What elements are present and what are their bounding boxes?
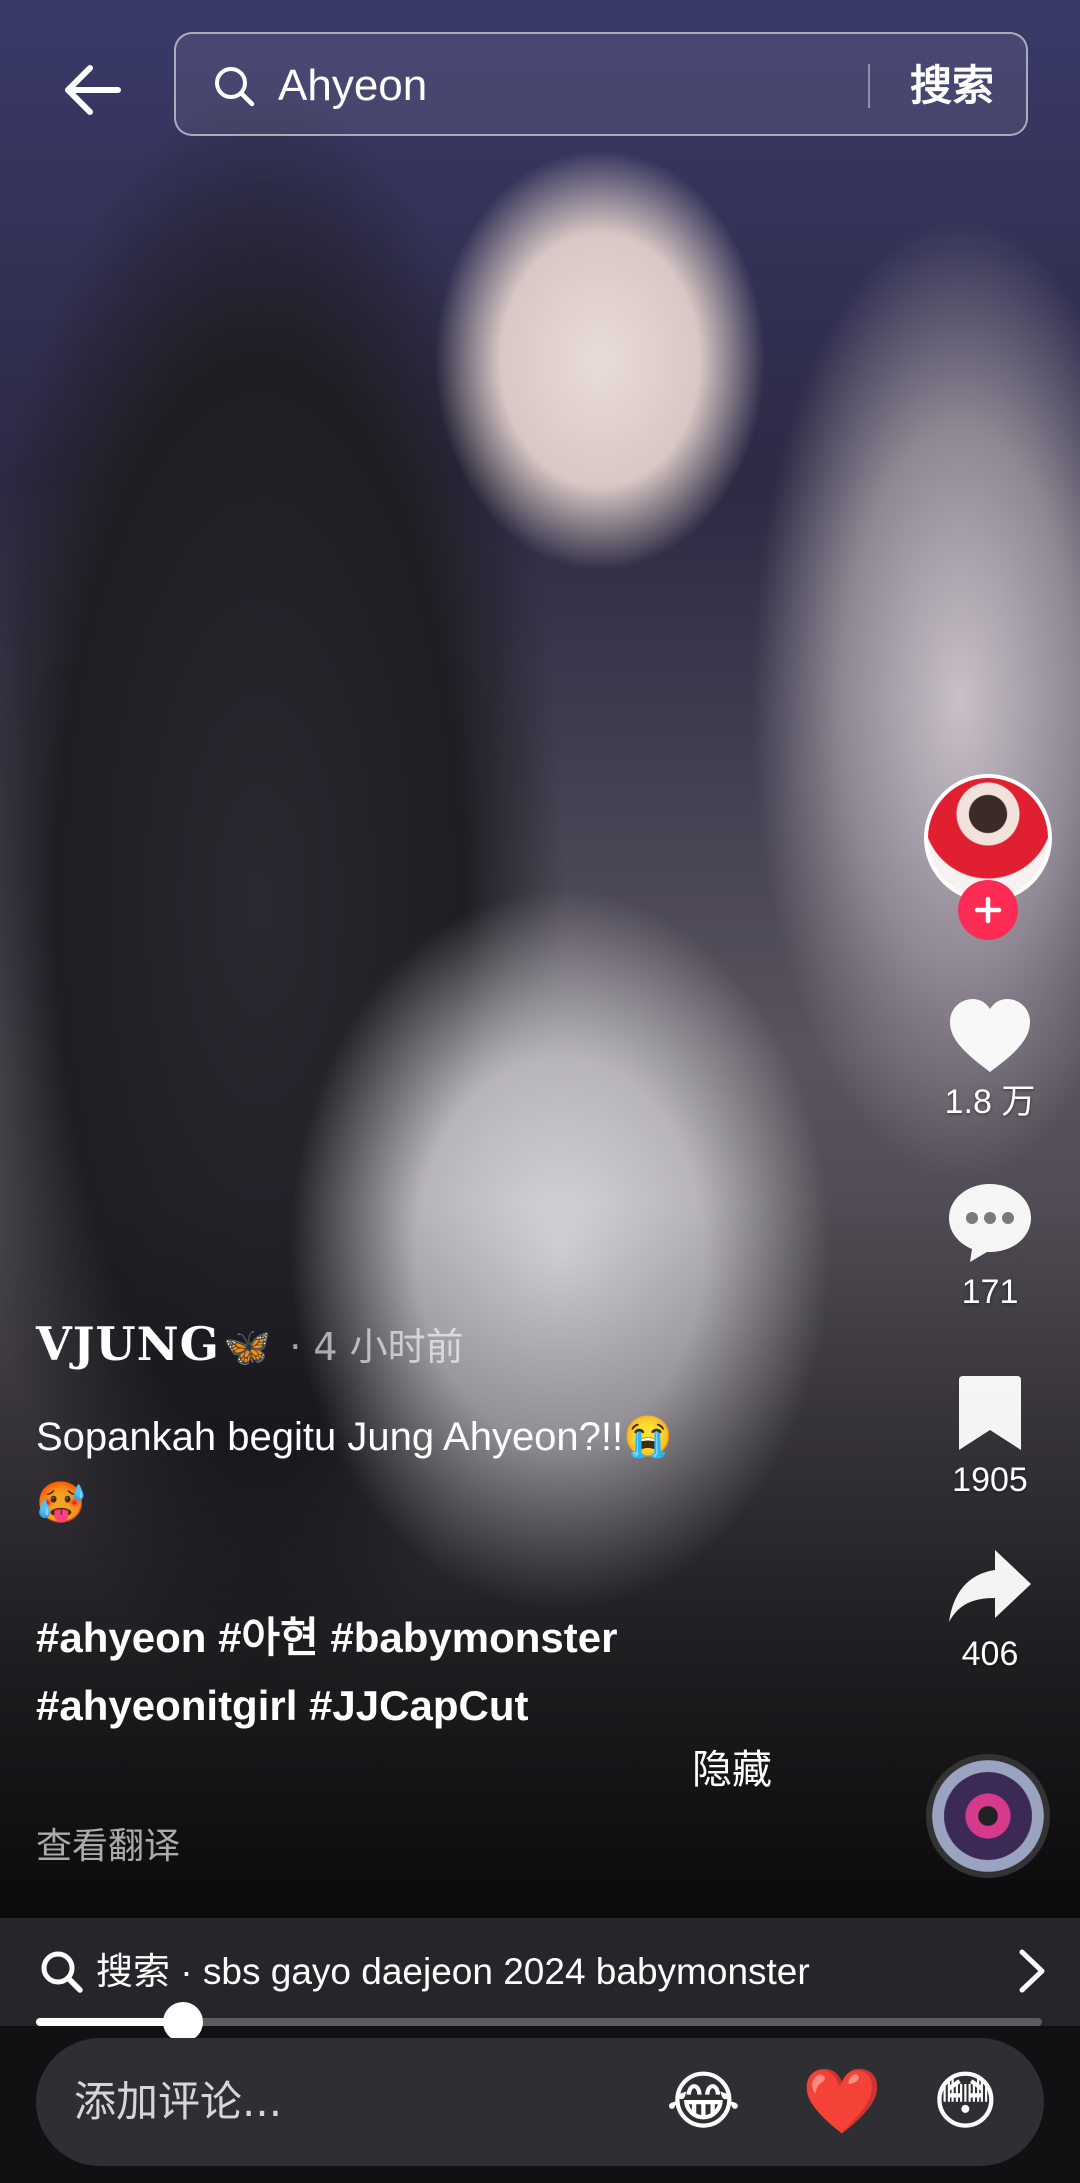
hashtag-line[interactable]: #ahyeon #아현 #babymonster <box>36 1604 796 1672</box>
progress-handle[interactable] <box>162 2002 203 2042</box>
plus-icon <box>974 896 1002 924</box>
caption-line: Sopankah begitu Jung Ahyeon?!!😭 <box>36 1415 673 1459</box>
hashtags: #ahyeon #아현 #babymonster #ahyeonitgirl #… <box>36 1604 796 1740</box>
chevron-right-icon <box>1019 1949 1045 1993</box>
comment-bubble-icon <box>949 1184 1031 1262</box>
see-translation-link[interactable]: 查看翻译 <box>36 1822 180 1872</box>
search-icon <box>41 1951 83 1993</box>
comment-input[interactable]: 添加评论... 😂 ❤️ 😳 <box>36 2038 1044 2166</box>
save-count: 1905 <box>952 1461 1028 1499</box>
search-query[interactable]: Ahyeon <box>278 56 427 116</box>
hashtag-line[interactable]: #ahyeonitgirl #JJCapCut <box>36 1672 796 1740</box>
music-disc[interactable] <box>926 1754 1050 1878</box>
progress-bar[interactable] <box>36 2002 1042 2042</box>
progress-fill <box>36 2018 183 2026</box>
heart-icon <box>950 999 1030 1072</box>
save-button[interactable]: 1905 <box>930 1372 1050 1502</box>
caption-line: 🥵 <box>36 1481 86 1525</box>
search-divider <box>868 64 870 108</box>
search-bar[interactable]: Ahyeon 搜索 <box>174 32 1028 136</box>
suggestion-text: 搜索 · sbs gayo daejeon 2024 babymonster <box>96 1951 810 1992</box>
emoji-heart-button[interactable]: ❤️ <box>802 2062 882 2142</box>
video-gradient-overlay <box>0 1200 1080 1918</box>
like-count: 1.8 万 <box>944 1083 1036 1121</box>
arrow-left-icon <box>65 65 121 115</box>
share-arrow-icon <box>949 1550 1031 1622</box>
follow-button[interactable] <box>958 880 1018 940</box>
comment-placeholder: 添加评论... <box>74 2077 283 2126</box>
emoji-flushed-button[interactable]: 😳 <box>932 2062 999 2142</box>
bookmark-icon <box>959 1376 1021 1450</box>
post-time: · 4 小时前 <box>289 1325 464 1369</box>
search-button[interactable]: 搜索 <box>910 56 994 116</box>
share-count: 406 <box>961 1635 1019 1673</box>
comment-count: 171 <box>961 1273 1019 1311</box>
caption: Sopankah begitu Jung Ahyeon?!!😭 🥵 <box>36 1404 796 1536</box>
share-button[interactable]: 406 <box>930 1546 1050 1676</box>
comment-button[interactable]: 171 <box>930 1180 1050 1314</box>
butterfly-emoji: 🦋 <box>223 1325 272 1369</box>
like-button[interactable]: 1.8 万 <box>930 996 1050 1124</box>
back-button[interactable] <box>52 50 132 130</box>
hide-caption-button[interactable]: 隐藏 <box>692 1742 772 1798</box>
author-name[interactable]: VJUNG <box>36 1317 220 1371</box>
search-icon <box>215 67 255 107</box>
emoji-laugh-button[interactable]: 😂 <box>666 2062 741 2142</box>
search-suggestion-bar[interactable]: 搜索 · sbs gayo daejeon 2024 babymonster <box>0 1918 1080 2026</box>
author-row: VJUNG 🦋 · 4 小时前 <box>36 1316 464 1371</box>
